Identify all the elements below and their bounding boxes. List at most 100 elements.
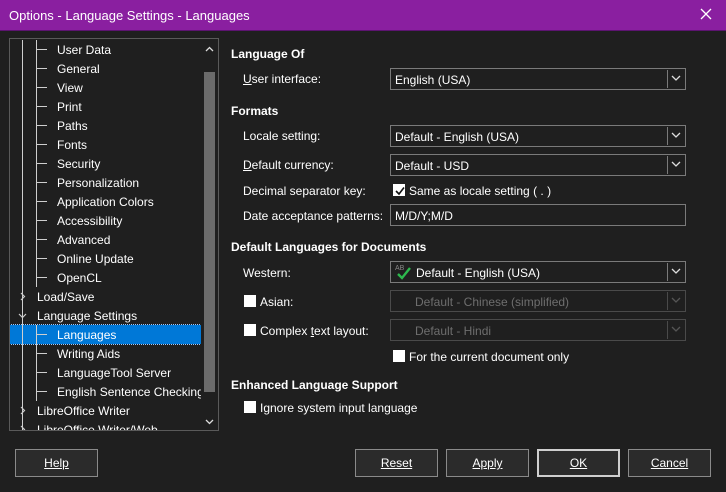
tree-item-label: View — [57, 81, 83, 95]
chevron-right-icon[interactable] — [18, 425, 27, 431]
locale-dropdown-button[interactable] — [667, 127, 684, 145]
tree-item[interactable]: Personalization — [10, 173, 201, 192]
date-patterns-label: Date acceptance patterns: — [243, 209, 384, 223]
tree-branch-line — [22, 135, 23, 154]
enhanced-heading: Enhanced Language Support — [231, 378, 398, 392]
western-dropdown[interactable]: AB Default - English (USA) — [390, 261, 686, 283]
user-interface-dropdown-button[interactable] — [667, 70, 684, 88]
currency-dropdown-button[interactable] — [667, 156, 684, 174]
ok-button[interactable]: OK — [537, 449, 620, 477]
tree-item[interactable]: Print — [10, 97, 201, 116]
default-currency-label: Default currency: — [243, 158, 334, 172]
tree-item[interactable]: General — [10, 59, 201, 78]
chevron-down-icon — [671, 132, 681, 138]
tree-item[interactable]: Language Settings — [10, 306, 201, 325]
tree-child-connector — [37, 372, 47, 373]
tree-branch-line — [22, 173, 23, 192]
tree-item[interactable]: Accessibility — [10, 211, 201, 230]
tree-item[interactable]: OpenCL — [10, 268, 201, 287]
chevron-down-icon — [671, 75, 681, 81]
ctl-value: Default - Hindi — [415, 324, 492, 338]
tree-branch-line — [22, 249, 23, 268]
tree-item[interactable]: LanguageTool Server — [10, 363, 201, 382]
tree-child-connector — [37, 201, 47, 202]
tree-child-connector — [37, 68, 47, 69]
tree-item-label: English Sentence Checking — [57, 385, 204, 399]
checkmark-icon — [395, 187, 405, 196]
help-button[interactable]: Help — [15, 449, 98, 477]
decimal-separator-checkbox-label[interactable]: Same as locale setting ( . ) — [409, 184, 551, 198]
tree-item-label: LibreOffice Writer/Web — [37, 423, 158, 431]
default-currency-dropdown[interactable]: Default - USD — [390, 154, 686, 176]
apply-button[interactable]: Apply — [446, 449, 529, 477]
tree-branch-line — [22, 382, 23, 401]
chevron-right-icon[interactable] — [18, 406, 27, 415]
default-currency-label-rest: efault currency: — [251, 158, 334, 172]
scrollbar-thumb[interactable] — [204, 72, 215, 392]
current-document-label[interactable]: For the current document only — [409, 350, 569, 364]
chevron-down-icon — [671, 161, 681, 167]
tree-item-label: Languages — [57, 328, 117, 342]
tree-item-label: LibreOffice Writer — [37, 404, 130, 418]
scroll-down-icon[interactable] — [205, 417, 214, 426]
tree-item-label: Language Settings — [37, 309, 138, 323]
date-patterns-input[interactable]: M/D/Y;M/D — [390, 204, 686, 226]
chevron-down-icon — [671, 268, 681, 274]
asian-dropdown: Default - Chinese (simplified) — [390, 290, 686, 312]
asian-label[interactable]: Asian: — [260, 295, 293, 309]
asian-checkbox[interactable] — [244, 295, 256, 307]
decimal-separator-label: Decimal separator key: — [243, 184, 366, 198]
scroll-up-icon[interactable] — [205, 45, 214, 54]
reset-button[interactable]: Reset — [355, 449, 438, 477]
ignore-input-language-checkbox[interactable] — [244, 401, 256, 413]
user-interface-label: User interface: — [243, 72, 322, 86]
western-label: Western: — [243, 266, 291, 280]
tree-item-label: OpenCL — [57, 271, 102, 285]
svg-text:AB: AB — [395, 265, 405, 272]
tree-child-connector — [37, 277, 47, 278]
tree-item[interactable]: Advanced — [10, 230, 201, 249]
tree-item[interactable]: Writing Aids — [10, 344, 201, 363]
tree-item[interactable]: Fonts — [10, 135, 201, 154]
close-icon[interactable] — [696, 4, 716, 24]
tree-item[interactable]: Languages — [10, 324, 202, 345]
chevron-down-icon[interactable] — [18, 311, 27, 320]
tree-item-label: Writing Aids — [57, 347, 121, 361]
chevron-down-icon — [671, 297, 681, 303]
western-dropdown-button[interactable] — [667, 263, 684, 281]
ctl-label-end: ext layout: — [314, 324, 369, 338]
ctl-label[interactable]: Complex text layout: — [260, 324, 369, 338]
chevron-right-icon[interactable] — [18, 292, 27, 301]
tree-item[interactable]: Load/Save — [10, 287, 201, 306]
tree-item[interactable]: Security — [10, 154, 201, 173]
locale-setting-dropdown[interactable]: Default - English (USA) — [390, 125, 686, 147]
tree-item-label: Accessibility — [57, 214, 123, 228]
ctl-checkbox[interactable] — [244, 324, 256, 336]
tree-scrollbar[interactable] — [201, 39, 218, 430]
current-document-checkbox[interactable] — [393, 350, 405, 362]
tree-item-label: Application Colors — [57, 195, 154, 209]
user-interface-dropdown[interactable]: English (USA) — [390, 68, 686, 90]
default-languages-heading: Default Languages for Documents — [231, 240, 427, 254]
tree-item[interactable]: Application Colors — [10, 192, 201, 211]
decimal-separator-checkbox[interactable] — [393, 184, 405, 196]
chevron-down-icon — [671, 326, 681, 332]
western-value: Default - English (USA) — [416, 266, 541, 280]
tree-item[interactable]: LibreOffice Writer — [10, 401, 201, 420]
tree-item[interactable]: Online Update — [10, 249, 201, 268]
options-tree[interactable]: LibreOffice Writer/Web LibreOffice Writer… — [9, 38, 219, 431]
tree-item-label: Security — [57, 157, 101, 171]
tree-branch-line — [22, 268, 23, 287]
ignore-input-language-label[interactable]: Ignore system input language — [260, 401, 417, 415]
apply-label: Apply — [472, 456, 503, 470]
tree-item[interactable]: User Data — [10, 40, 201, 59]
tree-child-connector — [37, 163, 47, 164]
tree-branch-line — [22, 40, 23, 59]
reset-label: Reset — [380, 456, 413, 470]
tree-item[interactable]: English Sentence Checking — [10, 382, 204, 401]
tree-item[interactable]: LibreOffice Writer/Web — [10, 420, 201, 431]
cancel-button[interactable]: Cancel — [628, 449, 711, 477]
tree-item[interactable]: View — [10, 78, 201, 97]
tree-item[interactable]: Paths — [10, 116, 201, 135]
tree-branch-line — [22, 230, 23, 249]
